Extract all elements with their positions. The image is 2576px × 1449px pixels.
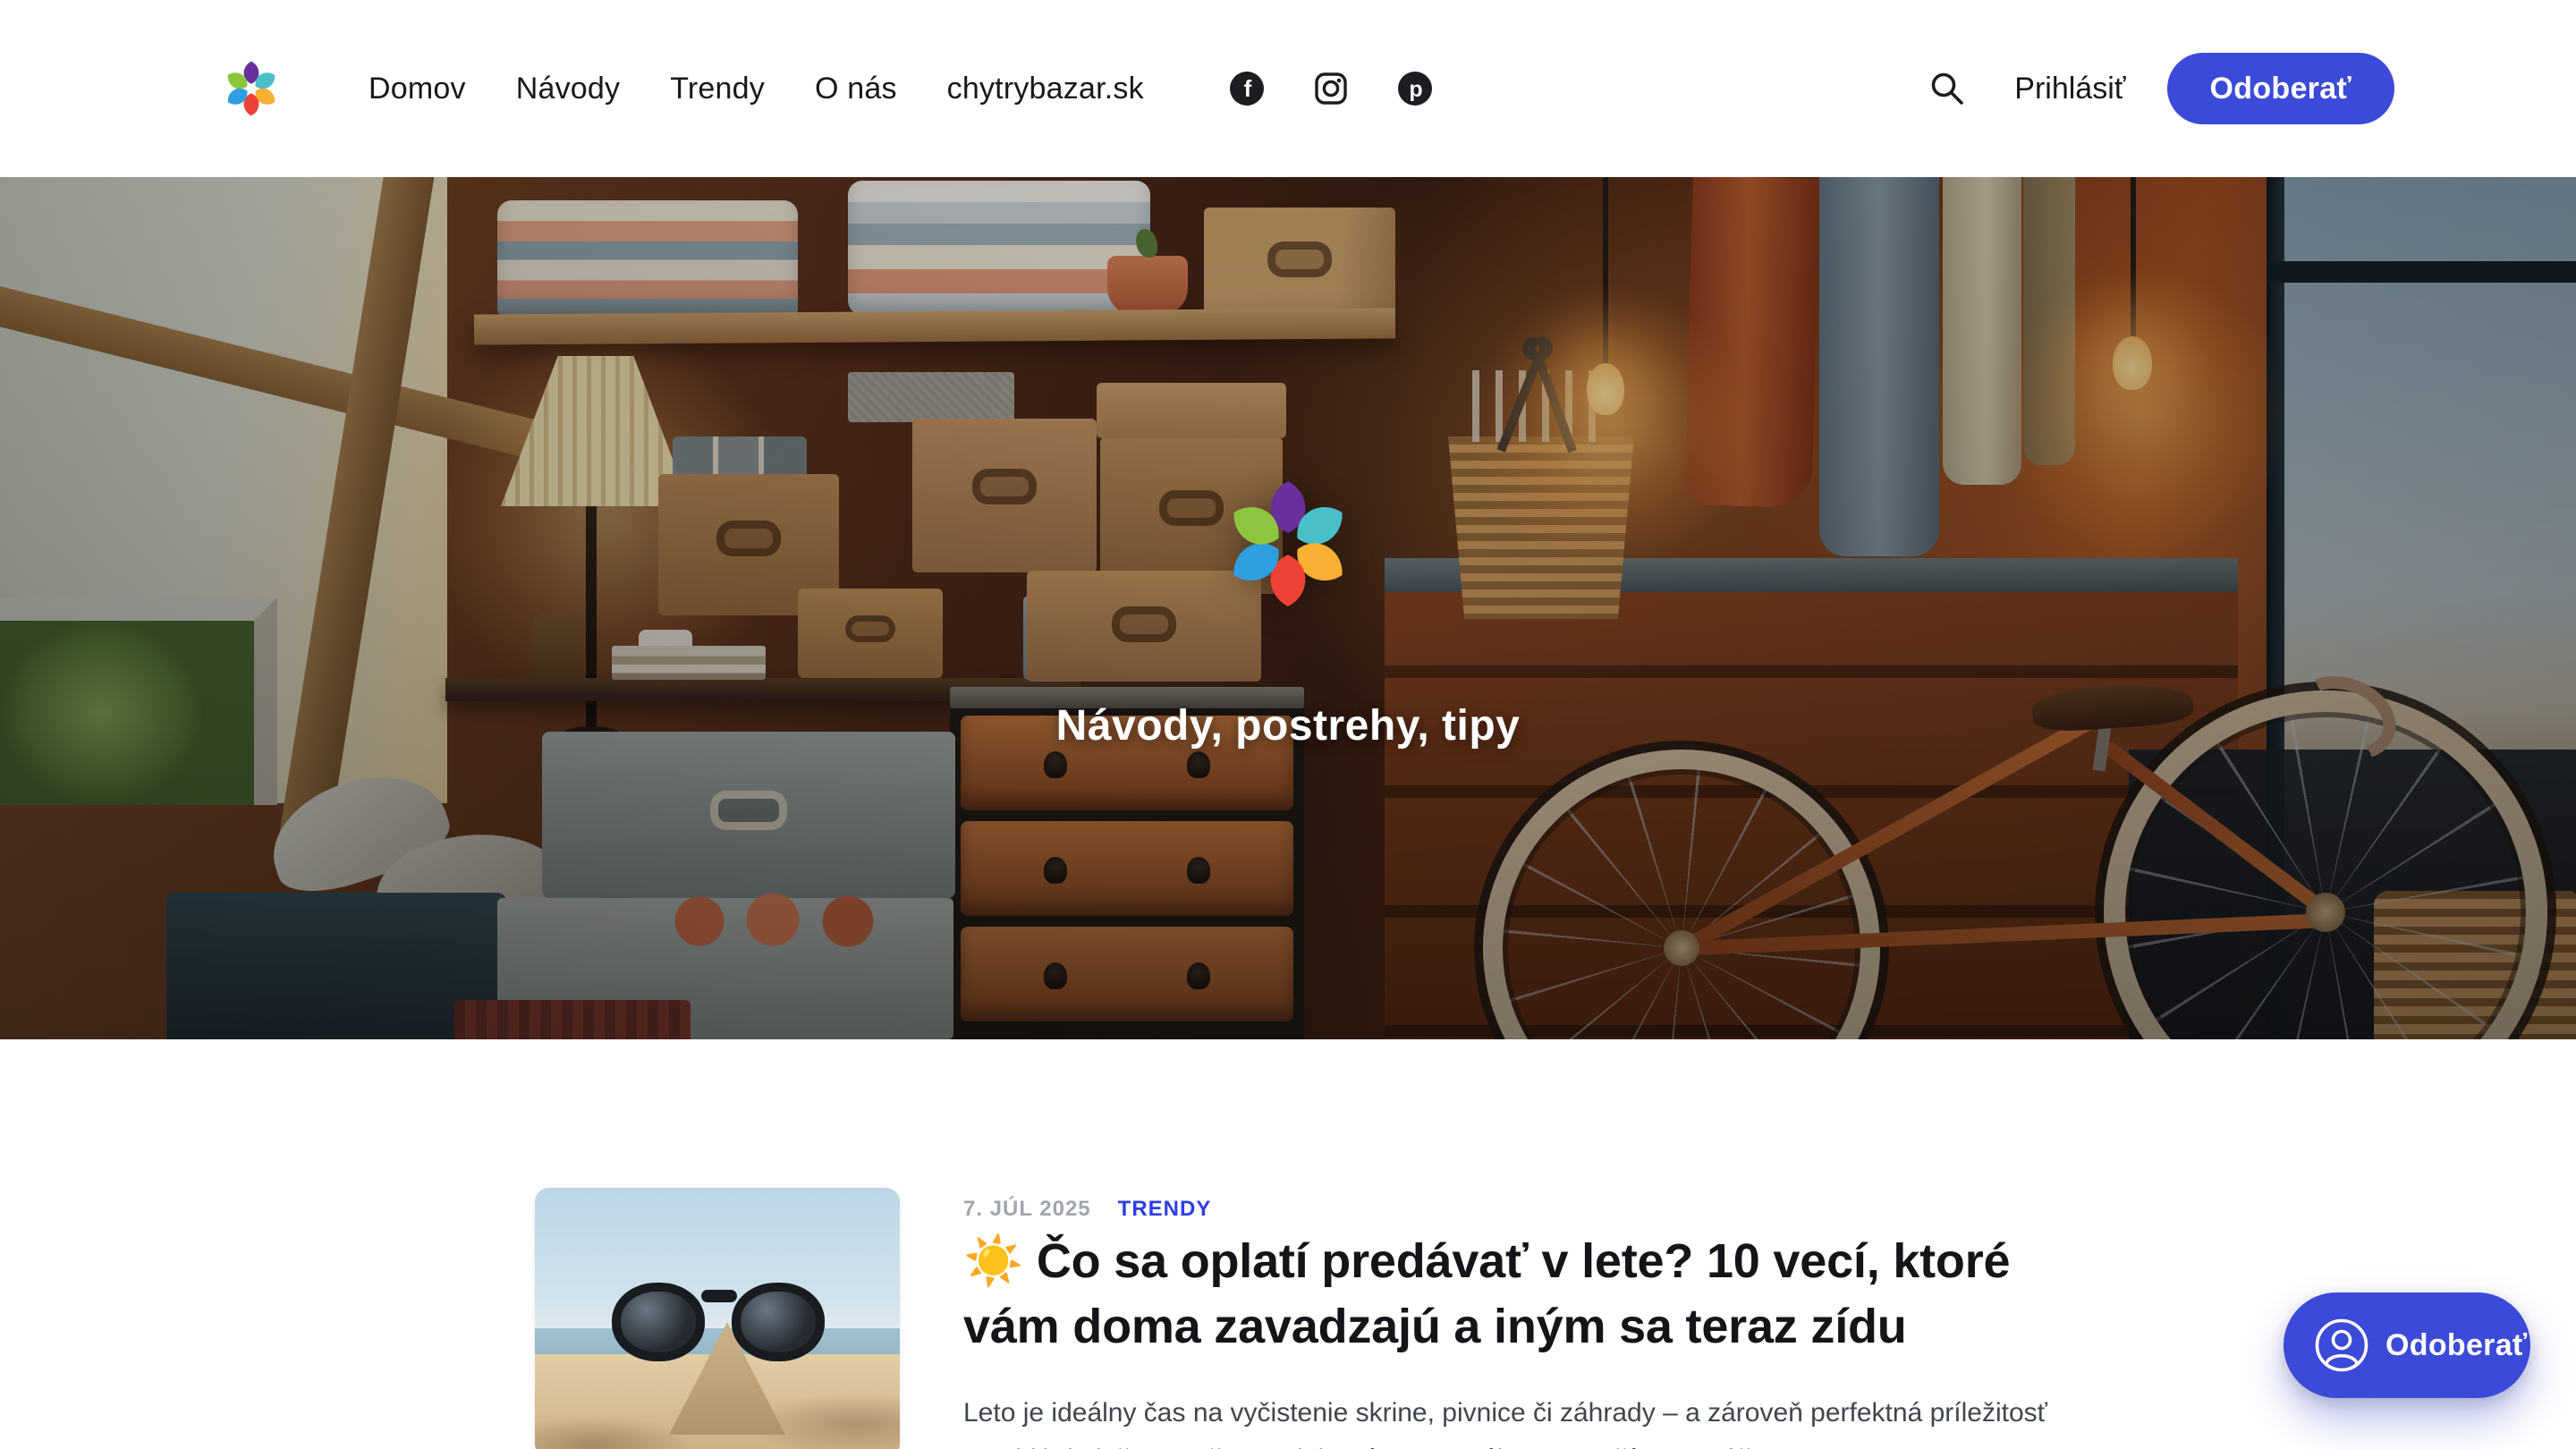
sunglasses-lens [612, 1283, 705, 1361]
floating-subscribe-label: Odoberať [2385, 1328, 2528, 1363]
nav-item-navody[interactable]: Návody [516, 72, 620, 106]
subscribe-button[interactable]: Odoberať [2167, 53, 2395, 124]
svg-text:f: f [1243, 75, 1251, 102]
instagram-icon[interactable] [1314, 72, 1348, 106]
pinterest-icon[interactable]: p [1398, 72, 1432, 106]
article-date: 7. JÚL 2025 [963, 1197, 1091, 1222]
floating-subscribe-button[interactable]: Odoberať [2284, 1292, 2530, 1398]
thumb-sunglasses [612, 1283, 826, 1368]
hero-banner: Návody, postrehy, tipy [0, 177, 2576, 1039]
article-title-link[interactable]: ☀️ Čo sa oplatí predávať v lete? 10 vecí… [963, 1229, 2117, 1360]
logo-flower-icon [222, 53, 281, 124]
nav-item-trendy[interactable]: Trendy [670, 72, 765, 106]
main-nav: Domov Návody Trendy O nás chytrybazar.sk [369, 72, 1144, 106]
site-header: Domov Návody Trendy O nás chytrybazar.sk… [0, 0, 2576, 177]
site-logo[interactable] [222, 53, 281, 124]
hero-logo-flower-icon [1220, 462, 1356, 626]
nav-item-domov[interactable]: Domov [369, 72, 466, 106]
account-circle-icon [2314, 1318, 2369, 1373]
article-thumbnail[interactable] [535, 1188, 900, 1449]
article-meta: 7. JÚL 2025 TRENDY [963, 1197, 1211, 1222]
nav-link-chytrybazar[interactable]: chytrybazar.sk [947, 72, 1144, 106]
latest-posts-section: 7. JÚL 2025 TRENDY ☀️ Čo sa oplatí predá… [0, 1039, 2576, 1449]
article-category-link[interactable]: TRENDY [1118, 1197, 1212, 1222]
signin-link[interactable]: Prihlásiť [2014, 72, 2125, 106]
sunglasses-bridge [701, 1290, 737, 1302]
facebook-icon[interactable]: f [1230, 72, 1264, 106]
nav-item-o-nas[interactable]: O nás [815, 72, 897, 106]
hero-tagline: Návody, postrehy, tipy [0, 701, 2576, 750]
article-excerpt: Leto je ideálny čas na vyčistenie skrine… [963, 1390, 2081, 1449]
search-icon[interactable] [1928, 70, 1966, 107]
svg-text:p: p [1409, 77, 1422, 102]
page: Domov Návody Trendy O nás chytrybazar.sk… [0, 0, 2576, 1449]
sunglasses-lens [732, 1283, 825, 1361]
social-links: f p [1180, 72, 1432, 106]
header-actions: Prihlásiť Odoberať [1928, 53, 2394, 124]
